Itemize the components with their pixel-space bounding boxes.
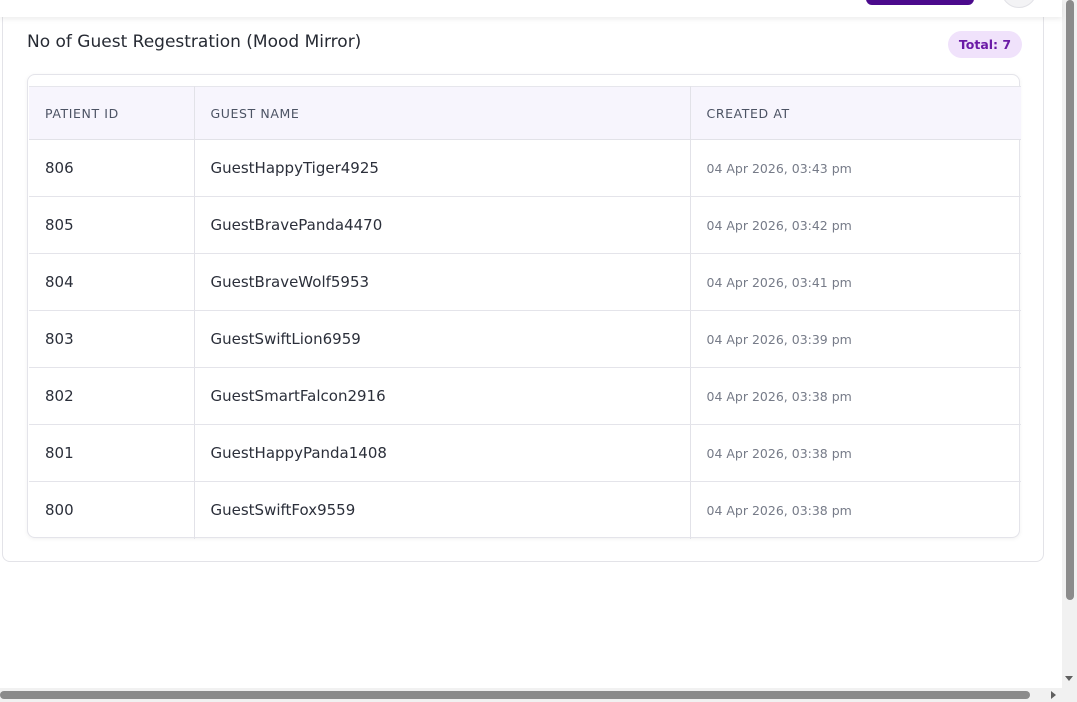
guest-registration-table: PATIENT ID GUEST NAME CREATED AT 806 Gue… [29, 86, 1021, 539]
patient-id-cell: 802 [29, 367, 195, 425]
guest-table-container: PATIENT ID GUEST NAME CREATED AT 806 Gue… [27, 74, 1021, 539]
column-header-created-at: CREATED AT [690, 86, 1021, 140]
table-row: 801 GuestHappyPanda1408 04 Apr 2026, 03:… [29, 424, 1021, 482]
table-header-row: PATIENT ID GUEST NAME CREATED AT [29, 86, 1021, 140]
vertical-scrollbar[interactable] [1062, 0, 1077, 690]
guest-name-cell: GuestBraveWolf5953 [194, 253, 691, 311]
guest-name-cell: GuestSwiftFox9559 [194, 481, 691, 539]
vertical-scrollbar-thumb[interactable] [1066, 0, 1074, 600]
guest-name-cell: GuestHappyPanda1408 [194, 424, 691, 482]
guest-name-cell: GuestBravePanda4470 [194, 196, 691, 254]
horizontal-scrollbar[interactable] [0, 688, 1077, 702]
guest-registration-card: No of Guest Regestration (Mood Mirror) T… [2, 10, 1044, 562]
patient-id-cell: 806 [29, 139, 195, 197]
created-at-cell: 04 Apr 2026, 03:38 pm [690, 367, 1021, 425]
total-count-badge: Total: 7 [948, 31, 1022, 58]
table-row: 805 GuestBravePanda4470 04 Apr 2026, 03:… [29, 196, 1021, 254]
column-header-patient-id: PATIENT ID [29, 86, 195, 140]
patient-id-cell: 805 [29, 196, 195, 254]
table-row: 804 GuestBraveWolf5953 04 Apr 2026, 03:4… [29, 253, 1021, 311]
table-row: 803 GuestSwiftLion6959 04 Apr 2026, 03:3… [29, 310, 1021, 368]
avatar[interactable] [1001, 0, 1037, 8]
guest-name-cell: GuestSwiftLion6959 [194, 310, 691, 368]
horizontal-scrollbar-thumb[interactable] [0, 691, 1030, 699]
table-row: 800 GuestSwiftFox9559 04 Apr 2026, 03:38… [29, 481, 1021, 539]
scroll-down-arrow-icon[interactable] [1065, 676, 1073, 681]
created-at-cell: 04 Apr 2026, 03:39 pm [690, 310, 1021, 368]
created-at-cell: 04 Apr 2026, 03:42 pm [690, 196, 1021, 254]
created-at-cell: 04 Apr 2026, 03:38 pm [706, 502, 852, 518]
patient-id-cell: 800 [29, 481, 195, 539]
scroll-right-arrow-icon[interactable] [1051, 691, 1056, 699]
patient-id-cell: 804 [29, 253, 195, 311]
column-header-guest-name: GUEST NAME [194, 86, 691, 140]
created-at-cell: 04 Apr 2026, 03:41 pm [690, 253, 1021, 311]
created-at-cell: 04 Apr 2026, 03:38 pm [690, 424, 1021, 482]
card-title: No of Guest Regestration (Mood Mirror) [27, 32, 362, 52]
table-row: 802 GuestSmartFalcon2916 04 Apr 2026, 03… [29, 367, 1021, 425]
table-row: 806 GuestHappyTiger4925 04 Apr 2026, 03:… [29, 139, 1021, 197]
created-at-cell: 04 Apr 2026, 03:43 pm [690, 139, 1021, 197]
guest-name-cell: GuestSmartFalcon2916 [194, 367, 691, 425]
top-header-bar [0, 0, 1062, 17]
header-action-button[interactable] [866, 0, 974, 5]
patient-id-cell: 801 [29, 424, 195, 482]
guest-name-cell: GuestHappyTiger4925 [194, 139, 691, 197]
patient-id-cell: 803 [29, 310, 195, 368]
